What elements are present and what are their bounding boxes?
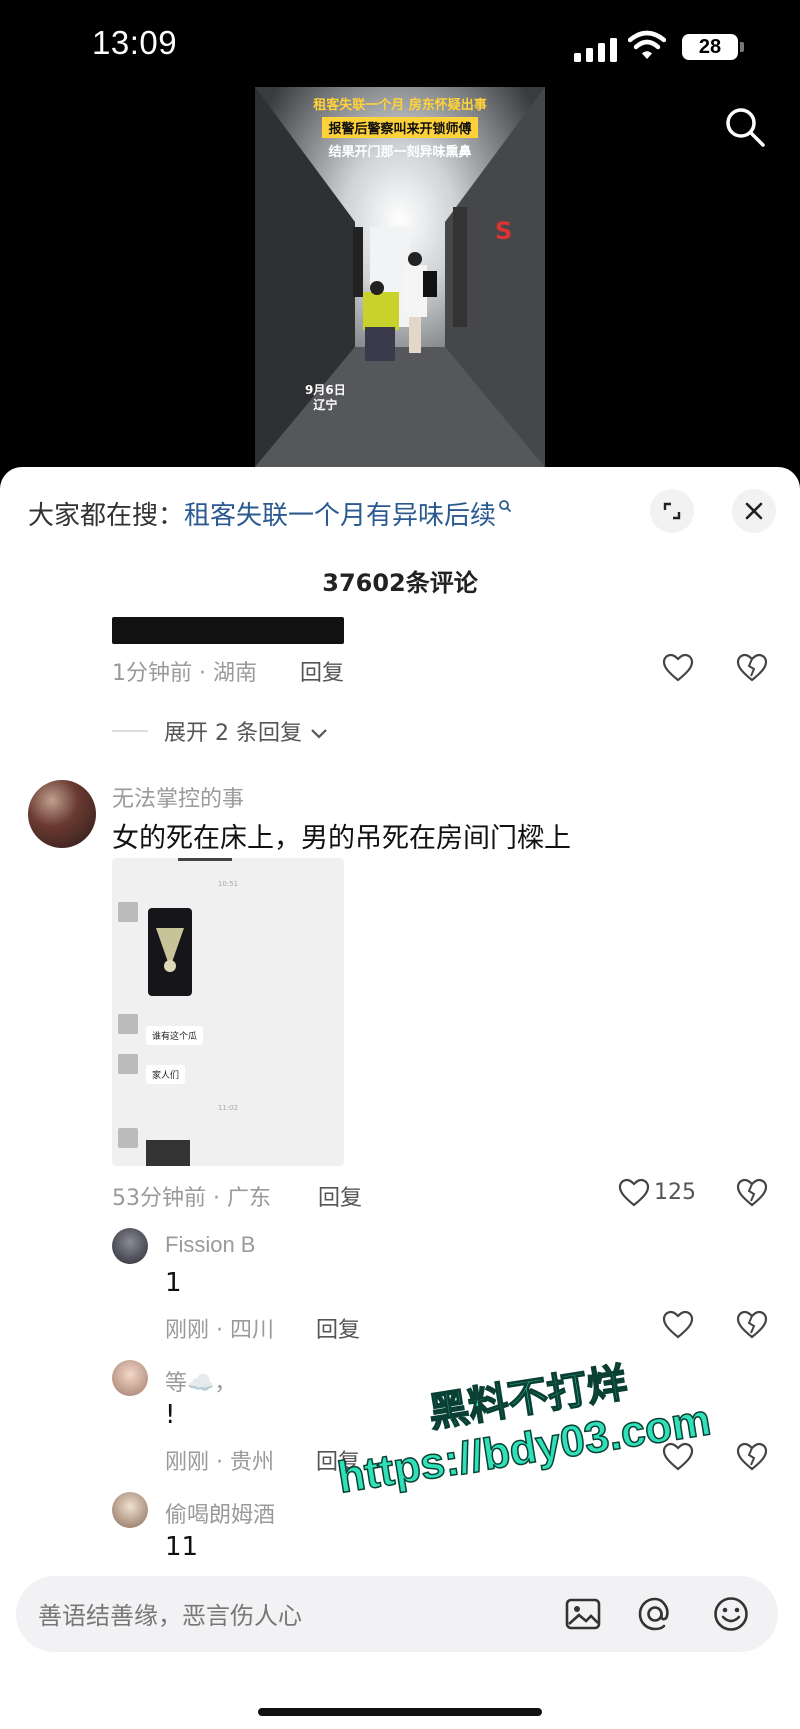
- cellular-signal-icon: [574, 36, 618, 62]
- chat-bubble: 家人们: [146, 1065, 186, 1084]
- like-icon[interactable]: [618, 1178, 650, 1208]
- avatar[interactable]: [112, 1228, 148, 1264]
- video-caption-1: 租客失联一个月 房东怀疑出事: [313, 98, 487, 113]
- chat-timestamp: 10:51: [217, 880, 239, 888]
- chat-timestamp: 11:02: [217, 1104, 239, 1112]
- video-date-stamp: 9月6日 辽宁: [305, 383, 346, 412]
- chat-avatar: [118, 902, 138, 922]
- screen: 13:09 28 租客失联一个月 房东怀疑出事 报警后警察叫来开锁师傅 结果开门…: [0, 0, 800, 1729]
- redacted-comment-text: [112, 617, 344, 644]
- comment-image[interactable]: 10:51 谁有这个瓜 家人们 11:02: [112, 858, 344, 1166]
- expand-replies-button[interactable]: 展开 2 条回复: [164, 715, 329, 747]
- reply-username[interactable]: 偷喝朗姆酒: [165, 1497, 275, 1529]
- comment-text: 女的死在床上，男的吊死在房间门樑上: [112, 823, 571, 854]
- comment-username[interactable]: 无法掌控的事: [112, 781, 244, 813]
- chat-image-partial: [146, 1140, 190, 1166]
- like-count: 125: [654, 1180, 696, 1205]
- reply-time-location: 刚刚 · 贵州: [165, 1450, 274, 1475]
- battery-icon: 28: [682, 34, 738, 60]
- expand-divider: [112, 730, 148, 732]
- avatar[interactable]: [28, 780, 96, 848]
- video-caption-2: 报警后警察叫来开锁师傅: [255, 117, 545, 138]
- chat-video-thumbnail: [148, 908, 192, 996]
- reply-text: 1: [165, 1268, 182, 1298]
- video-caption-3: 结果开门那一刻异味熏鼻: [328, 145, 472, 160]
- dislike-icon[interactable]: [736, 1178, 768, 1208]
- avatar[interactable]: [112, 1360, 148, 1396]
- wifi-icon: [628, 30, 666, 59]
- reply-button[interactable]: 回复: [318, 1180, 362, 1212]
- close-button[interactable]: [732, 489, 776, 533]
- chevron-down-icon: [311, 729, 327, 739]
- expand-icon: [663, 502, 681, 520]
- search-icon[interactable]: [724, 106, 766, 148]
- comment-time-location: 1分钟前 · 湖南: [112, 661, 257, 686]
- chat-avatar: [118, 1014, 138, 1034]
- image-icon[interactable]: [564, 1595, 602, 1633]
- close-icon: [745, 502, 763, 520]
- like-icon[interactable]: [662, 653, 694, 683]
- reply-username[interactable]: 等☁️，: [165, 1365, 236, 1397]
- mention-icon[interactable]: [636, 1595, 674, 1633]
- reply-text: !: [165, 1400, 176, 1430]
- status-time: 13:09: [92, 24, 178, 61]
- hot-search-link[interactable]: 租客失联一个月有异味后续: [184, 501, 496, 531]
- chat-bubble: 谁有这个瓜: [146, 1026, 204, 1045]
- emoji-icon[interactable]: [712, 1595, 750, 1633]
- reply-username[interactable]: Fission B: [165, 1232, 255, 1258]
- hot-search-prefix: 大家都在搜：: [28, 501, 185, 531]
- like-icon[interactable]: [662, 1310, 694, 1340]
- reply-button[interactable]: 回复: [300, 655, 344, 687]
- chat-avatar: [118, 1128, 138, 1148]
- image-top-bar: [178, 858, 232, 861]
- reply-time-location: 刚刚 · 四川: [165, 1318, 274, 1343]
- input-placeholder: 善语结善缘，恶言伤人心: [38, 1602, 302, 1630]
- video-player[interactable]: 租客失联一个月 房东怀疑出事 报警后警察叫来开锁师傅 结果开门那一刻异味熏鼻 S…: [255, 87, 545, 467]
- home-indicator[interactable]: [258, 1708, 542, 1716]
- reply-button[interactable]: 回复: [316, 1312, 360, 1344]
- search-small-icon: [499, 500, 512, 513]
- hot-search-bar[interactable]: 大家都在搜：租客失联一个月有异味后续: [28, 495, 512, 532]
- channel-logo-icon: S: [495, 217, 513, 245]
- expand-button[interactable]: [650, 489, 694, 533]
- reply-text: 11: [165, 1532, 199, 1562]
- battery-cap: [740, 42, 744, 52]
- comment-input[interactable]: 善语结善缘，恶言伤人心: [16, 1576, 778, 1652]
- chat-avatar: [118, 1054, 138, 1074]
- avatar[interactable]: [112, 1492, 148, 1528]
- comment-time-location: 53分钟前 · 广东: [112, 1186, 271, 1211]
- dislike-icon[interactable]: [736, 653, 768, 683]
- comment-count: 37602条评论: [322, 569, 478, 597]
